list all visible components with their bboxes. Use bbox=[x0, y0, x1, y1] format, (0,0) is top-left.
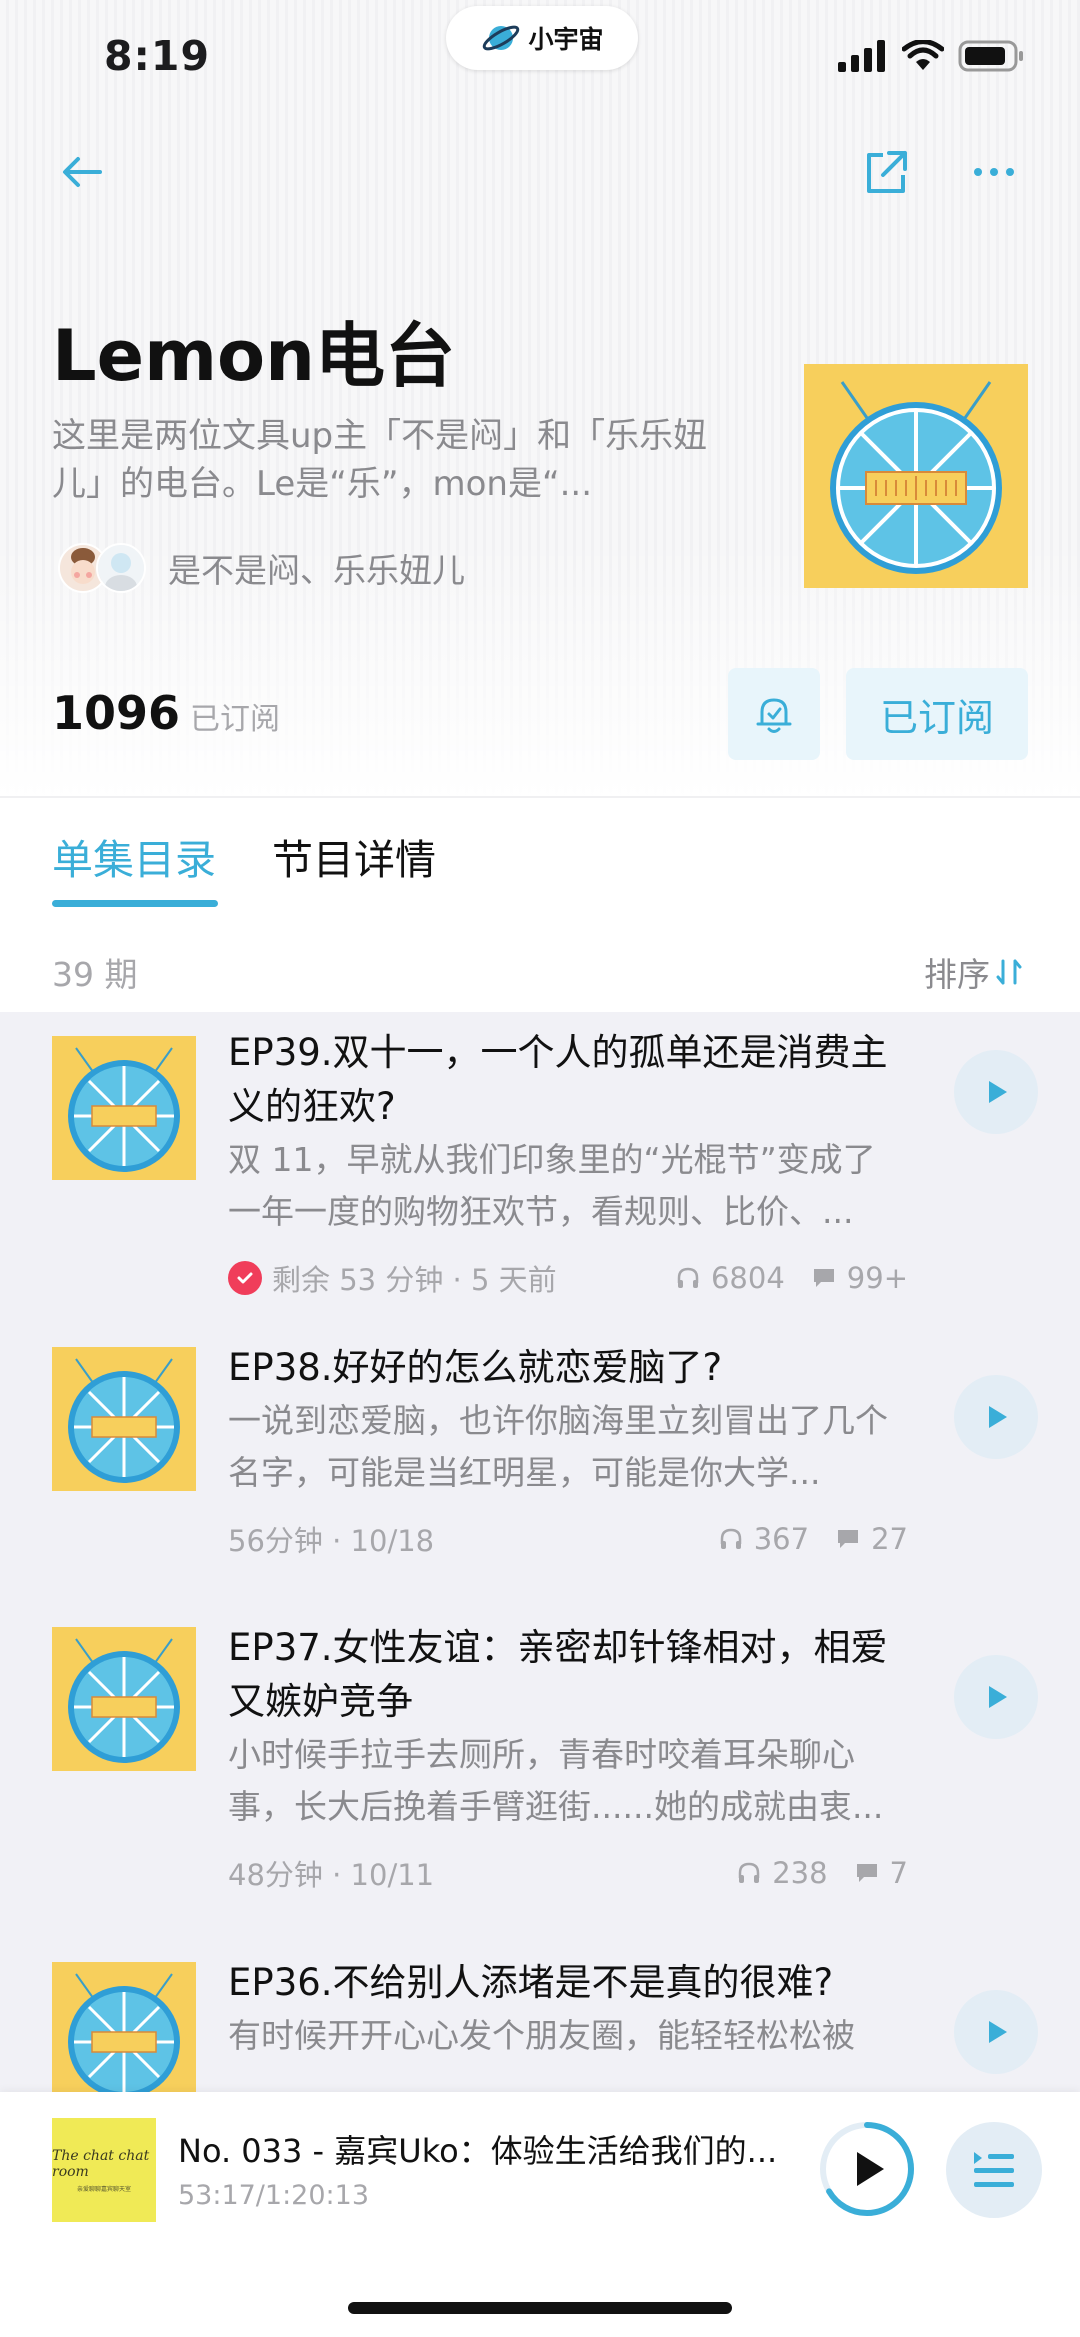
play-icon bbox=[989, 1406, 1007, 1428]
host-names: 是不是闷、乐乐妞儿 bbox=[168, 551, 465, 590]
comment-icon bbox=[856, 1864, 877, 1882]
sort-button[interactable]: 排序 bbox=[924, 948, 1024, 996]
share-button[interactable] bbox=[854, 140, 918, 204]
tab-episodes[interactable]: 单集目录 bbox=[52, 826, 216, 886]
playlist-icon bbox=[974, 2152, 1014, 2187]
play-button[interactable] bbox=[954, 1375, 1038, 1459]
episode-duration-date: 48分钟 · 10/11 bbox=[228, 1858, 435, 1892]
sort-arrows-icon bbox=[996, 959, 1022, 985]
status-icons bbox=[838, 40, 1024, 72]
player-cover-title: The chat chat room bbox=[52, 2147, 150, 2180]
subscribe-button[interactable]: 已订阅 bbox=[846, 668, 1028, 760]
episode-duration-date: 56分钟 · 10/18 bbox=[228, 1524, 435, 1558]
comment-count: 7 bbox=[889, 1856, 908, 1890]
play-button[interactable] bbox=[954, 1050, 1038, 1134]
wifi-icon bbox=[902, 40, 944, 70]
episode-count: 39 期 bbox=[52, 955, 138, 994]
player-cover-subtitle: 亲爱聊聊嘉宾聊天室 bbox=[76, 2185, 131, 2193]
podcast-title: Lemon电台 bbox=[52, 315, 455, 397]
headphones-icon bbox=[677, 1267, 699, 1288]
episode-cover bbox=[52, 1347, 196, 1491]
episode-description: 双 11，早就从我们印象里的“光棍节”变成了一年一度的购物狂欢节，看规则、比价、… bbox=[228, 1140, 876, 1231]
episode-title: EP37.女性友谊：亲密却针锋相对，相爱又嫉妒竞争 bbox=[228, 1626, 888, 1723]
episode-duration-date: 剩余 53 分钟 · 5 天前 bbox=[272, 1263, 557, 1297]
status-time: 8:19 bbox=[104, 32, 210, 80]
list-header: 39 期 排序 bbox=[0, 930, 1080, 1012]
home-indicator bbox=[348, 2302, 732, 2314]
episode-description: 小时候手拉手去厕所，青春时咬着耳朵聊心事，长大后挽着手臂逛街......她的成就… bbox=[228, 1735, 884, 1826]
play-count: 367 bbox=[753, 1522, 810, 1556]
subscriber-count: 1096 已订阅 bbox=[52, 686, 280, 740]
more-dots-icon bbox=[974, 168, 1014, 176]
play-button[interactable] bbox=[954, 1990, 1038, 2074]
share-icon bbox=[867, 151, 907, 193]
episode-meta: 48分钟 · 10/11 238 7 bbox=[228, 1853, 908, 1893]
played-check-icon bbox=[228, 1261, 262, 1295]
player-cover: The chat chat room 亲爱聊聊嘉宾聊天室 bbox=[52, 2118, 156, 2222]
play-count: 238 bbox=[772, 1856, 828, 1890]
headphones-icon bbox=[738, 1862, 760, 1883]
episode-description: 有时候开开心心发个朋友圈，能轻轻松松被 bbox=[228, 2016, 855, 2055]
episode-item[interactable]: EP39.双十一，一个人的孤单还是消费主义的狂欢? 双 11，早就从我们印象里的… bbox=[0, 1012, 1080, 1347]
host-avatar bbox=[96, 543, 146, 593]
player-time: 53:17/1:20:13 bbox=[178, 2180, 369, 2211]
bell-icon bbox=[756, 698, 792, 733]
player-play-button[interactable] bbox=[818, 2120, 916, 2218]
play-count: 6804 bbox=[710, 1261, 785, 1295]
episode-cover bbox=[52, 1627, 196, 1771]
sort-label: 排序 bbox=[924, 955, 990, 994]
subscriber-label: 已订阅 bbox=[190, 702, 281, 737]
section-divider bbox=[0, 796, 1080, 798]
signal-icon bbox=[838, 40, 885, 72]
island-label: 小宇宙 bbox=[528, 25, 604, 54]
headphones-icon bbox=[720, 1528, 741, 1549]
subscriber-number: 1096 bbox=[52, 686, 181, 740]
comment-icon bbox=[838, 1530, 859, 1548]
episode-item[interactable]: EP38.好好的怎么就恋爱脑了? 一说到恋爱脑，也许你脑海里立刻冒出了几个名字，… bbox=[0, 1346, 1080, 1627]
episode-meta: 剩余 53 分钟 · 5 天前 6804 99+ bbox=[228, 1258, 908, 1298]
comment-count: 27 bbox=[871, 1522, 908, 1556]
battery-icon bbox=[958, 40, 1023, 72]
episode-list: EP39.双十一，一个人的孤单还是消费主义的狂欢? 双 11，早就从我们印象里的… bbox=[0, 1012, 1080, 2092]
episode-title: EP39.双十一，一个人的孤单还是消费主义的狂欢? bbox=[228, 1031, 888, 1128]
episode-description: 一说到恋爱脑，也许你脑海里立刻冒出了几个名字，可能是当红明星，可能是你大学... bbox=[228, 1401, 888, 1492]
episode-title: EP38.好好的怎么就恋爱脑了? bbox=[228, 1346, 723, 1389]
playlist-button[interactable] bbox=[946, 2122, 1042, 2218]
tab-indicator bbox=[52, 900, 218, 907]
planet-icon bbox=[483, 25, 520, 51]
episode-item[interactable]: EP37.女性友谊：亲密却针锋相对，相爱又嫉妒竞争 小时候手拉手去厕所，青春时咬… bbox=[0, 1626, 1080, 1962]
play-icon bbox=[857, 2152, 884, 2186]
play-button[interactable] bbox=[954, 1655, 1038, 1739]
comment-icon bbox=[813, 1269, 834, 1287]
podcast-description[interactable]: 这里是两位文具up主「不是闷」和「乐乐妞儿」的电台。Le是“乐”，mon是“..… bbox=[52, 412, 732, 508]
arrow-left-icon bbox=[63, 157, 102, 187]
play-icon bbox=[989, 1081, 1007, 1103]
episode-meta: 56分钟 · 10/18 367 27 bbox=[228, 1519, 908, 1559]
play-icon bbox=[989, 2021, 1007, 2043]
more-button[interactable] bbox=[962, 140, 1026, 204]
mini-player[interactable]: The chat chat room 亲爱聊聊嘉宾聊天室 No. 033 - 嘉… bbox=[0, 2092, 1080, 2337]
notification-button[interactable] bbox=[728, 668, 820, 760]
episode-title: EP36.不给别人添堵是不是真的很难? bbox=[228, 1961, 834, 2004]
back-button[interactable] bbox=[50, 140, 114, 204]
episode-cover bbox=[52, 1036, 196, 1180]
comment-count: 99+ bbox=[846, 1261, 908, 1295]
dynamic-island: 小宇宙 bbox=[446, 6, 638, 70]
player-title: No. 033 - 嘉宾Uko：体验生活给我们的... bbox=[178, 2132, 778, 2170]
episode-cover bbox=[52, 1962, 196, 2092]
podcast-cover bbox=[804, 364, 1028, 588]
episode-item[interactable]: EP36.不给别人添堵是不是真的很难? 有时候开开心心发个朋友圈，能轻轻松松被 bbox=[0, 1961, 1080, 2092]
play-icon bbox=[989, 1686, 1007, 1708]
tab-details[interactable]: 节目详情 bbox=[272, 826, 436, 886]
hosts-row[interactable]: 是不是闷、乐乐妞儿 bbox=[58, 540, 465, 596]
